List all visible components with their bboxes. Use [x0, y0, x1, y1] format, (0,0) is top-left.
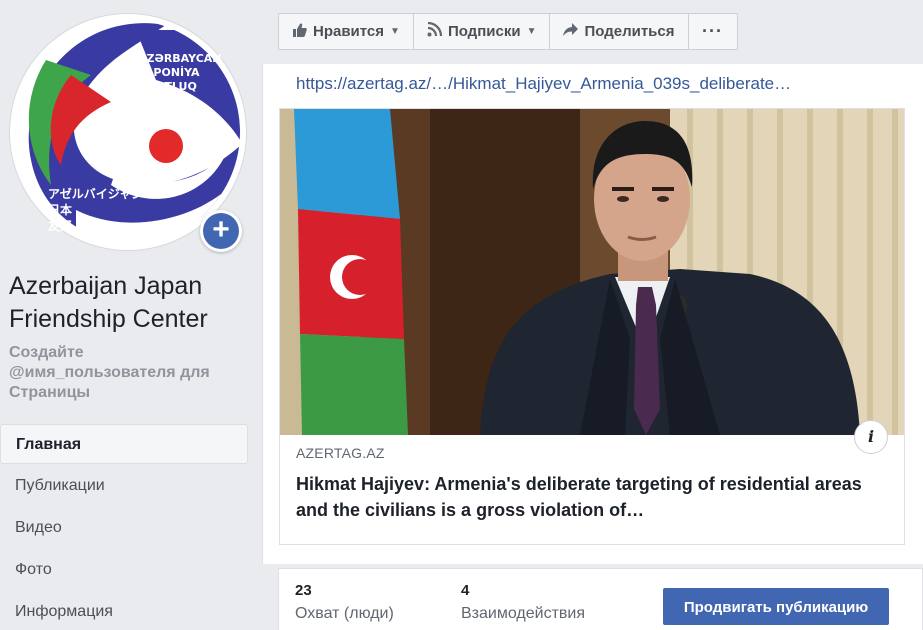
reach-label: Охват (люди) [295, 605, 394, 622]
reach-value: 23 [295, 582, 312, 599]
rss-icon [427, 21, 443, 41]
avatar-logo-image: AZƏRBAYCAN YAPONİYA DOSTLUQ mərkəzi アゼルバ… [16, 20, 240, 244]
add-photo-button[interactable]: + [200, 210, 242, 252]
share-button-label: Поделиться [584, 23, 675, 40]
logo-jp-line-1: アゼルバイジャン [48, 186, 143, 201]
link-preview[interactable]: i AZERTAG.AZ Hikmat Hajiyev: Armenia's d… [279, 108, 905, 545]
thumbs-up-icon [292, 22, 307, 41]
page-avatar[interactable]: AZƏRBAYCAN YAPONİYA DOSTLUQ mərkəzi アゼルバ… [10, 14, 246, 252]
chevron-down-icon: ▼ [526, 26, 537, 37]
more-options-button[interactable]: ··· [689, 14, 737, 49]
engagement-value: 4 [461, 582, 470, 599]
link-preview-image [280, 109, 904, 435]
nav-item-photos[interactable]: Фото [0, 550, 248, 590]
link-domain: AZERTAG.AZ [296, 445, 385, 461]
logo-line-3: DOSTLUQ [138, 80, 197, 93]
create-username-link[interactable]: Создайте @имя_пользователя для Страницы [9, 343, 254, 403]
logo-line-1: AZƏRBAYCAN [138, 52, 222, 65]
chevron-down-icon: ▼ [390, 26, 400, 37]
boost-post-button[interactable]: Продвигать публикацию [663, 588, 889, 625]
engagement-stat: 4 Взаимодействия [461, 582, 585, 623]
post-insights: 23 Охват (люди) 4 Взаимодействия Продвиг… [278, 568, 923, 630]
logo-jp-line-2: 日本 [48, 202, 72, 217]
link-preview-meta: AZERTAG.AZ Hikmat Hajiyev: Armenia's del… [296, 445, 891, 523]
logo-line-2: YAPONİYA [137, 65, 200, 79]
post-card: https://azertag.az/…/Hikmat_Hajiyev_Arme… [262, 64, 923, 564]
reach-stat: 23 Охват (люди) [295, 582, 394, 623]
page-title: Azerbaijan Japan Friendship Center [9, 272, 208, 333]
like-button-label: Нравится [313, 23, 385, 40]
share-button[interactable]: Поделиться [550, 14, 689, 49]
page-sidebar: AZƏRBAYCAN YAPONİYA DOSTLUQ mərkəzi アゼルバ… [0, 0, 262, 630]
logo-line-4: mərkəzi [138, 94, 187, 107]
plus-icon: + [203, 213, 239, 249]
nav-item-home[interactable]: Главная [0, 424, 248, 464]
nav-item-posts[interactable]: Публикации [0, 466, 248, 506]
page-action-bar: Нравится ▼ Подписки ▼ Поделиться ··· [278, 13, 738, 50]
link-headline: Hikmat Hajiyev: Armenia's deliberate tar… [296, 474, 862, 520]
logo-jp-line-3: 友好 [47, 218, 72, 233]
engagement-label: Взаимодействия [461, 605, 585, 622]
like-button[interactable]: Нравится ▼ [279, 14, 414, 49]
nav-item-about[interactable]: Информация [0, 592, 248, 630]
post-link-url[interactable]: https://azertag.az/…/Hikmat_Hajiyev_Arme… [296, 74, 856, 94]
follow-button[interactable]: Подписки ▼ [414, 14, 551, 49]
page-nav: Главная Публикации Видео Фото Информация [0, 424, 248, 630]
share-arrow-icon [563, 23, 579, 40]
nav-item-videos[interactable]: Видео [0, 508, 248, 548]
follow-button-label: Подписки [447, 23, 521, 40]
more-icon: ··· [702, 21, 723, 41]
